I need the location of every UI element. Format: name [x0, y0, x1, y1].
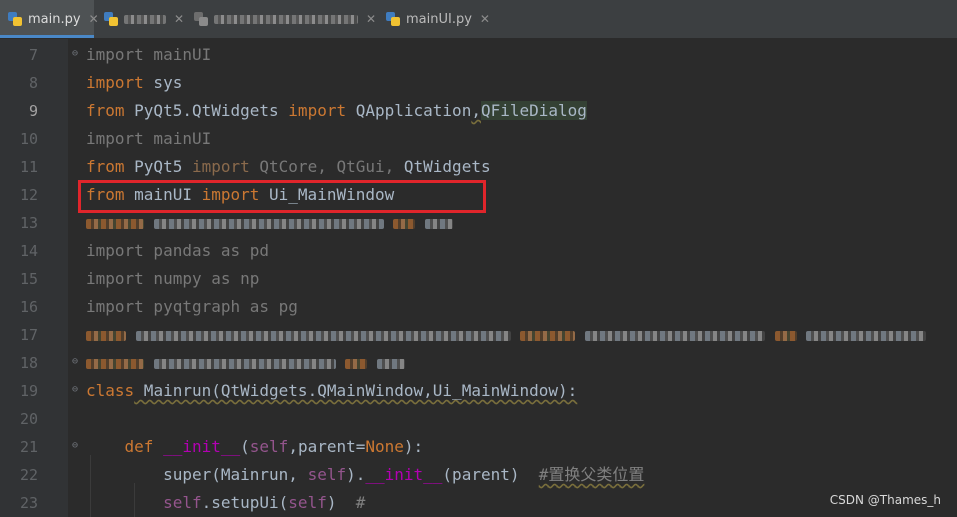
tab-blurred-1[interactable]: ✕: [96, 0, 184, 38]
tab-label-redacted: [124, 14, 166, 24]
code-line-9: from PyQt5.QtWidgets import QApplication…: [86, 101, 587, 120]
fold-icon[interactable]: ⊖: [72, 49, 82, 59]
tab-label: main.py: [28, 11, 81, 27]
highlight-annotation-box: [78, 180, 486, 213]
code-line-13-redacted: [86, 209, 453, 237]
code-line-16: import pyqtgraph as pg: [86, 297, 298, 316]
fold-icon[interactable]: ⊖: [72, 357, 82, 367]
line-number: 7: [28, 46, 38, 64]
close-icon[interactable]: ✕: [480, 12, 490, 26]
code-line-14: import pandas as pd: [86, 241, 270, 260]
code-line-15: import numpy as np: [86, 269, 260, 288]
line-number: 15: [19, 270, 38, 288]
code-editor[interactable]: import mainUI import sys from PyQt5.QtWi…: [86, 39, 957, 517]
tab-main-py[interactable]: main.py ✕: [0, 0, 99, 38]
code-line-7: import mainUI: [86, 45, 212, 64]
code-line-11: from PyQt5 import QtCore, QtGui, QtWidge…: [86, 157, 491, 176]
code-line-19: class Mainrun(QtWidgets.QMainWindow,Ui_M…: [86, 381, 578, 400]
python-file-icon: [386, 12, 400, 26]
line-number: 8: [28, 74, 38, 92]
fold-icon[interactable]: ⊖: [72, 441, 82, 451]
editor-tab-bar: main.py ✕ ✕ ✕ mainUI.py ✕: [0, 0, 957, 39]
tab-mainui-py[interactable]: mainUI.py ✕: [378, 0, 490, 38]
line-number: 19: [19, 382, 38, 400]
line-number: 14: [19, 242, 38, 260]
line-number: 21: [19, 438, 38, 456]
code-line-8: import sys: [86, 73, 183, 92]
code-line-21: def __init__(self,parent=None):: [124, 437, 424, 456]
python-file-icon: [104, 12, 118, 26]
code-line-22: super(Mainrun, self).__init__(parent) #置…: [163, 465, 645, 484]
line-number: 20: [19, 410, 38, 428]
tab-label: mainUI.py: [406, 11, 472, 27]
code-line-10: import mainUI: [86, 129, 212, 148]
python-file-icon: [194, 12, 208, 26]
line-number: 11: [19, 158, 38, 176]
line-number: 22: [19, 466, 38, 484]
tab-label-redacted: [214, 14, 358, 24]
fold-icon[interactable]: ⊖: [72, 385, 82, 395]
close-icon[interactable]: ✕: [366, 12, 376, 26]
line-number: 12: [19, 186, 38, 204]
line-number: 17: [19, 326, 38, 344]
code-line-17-redacted: [86, 321, 927, 349]
watermark: CSDN @Thames_h: [829, 493, 941, 507]
close-icon[interactable]: ✕: [174, 12, 184, 26]
line-number: 10: [19, 130, 38, 148]
code-line-23: self.setupUi(self) #: [163, 493, 366, 512]
code-line-18-redacted: [86, 349, 405, 377]
line-number-current: 9: [28, 102, 38, 120]
tab-blurred-2[interactable]: ✕: [186, 0, 376, 38]
line-number: 13: [19, 214, 38, 232]
line-number: 16: [19, 298, 38, 316]
line-number: 23: [19, 494, 38, 512]
line-number: 18: [19, 354, 38, 372]
line-number-gutter[interactable]: 7 8 9 10 11 12 13 14 15 16 17 18 19 20 2…: [0, 39, 68, 517]
python-file-icon: [8, 12, 22, 26]
